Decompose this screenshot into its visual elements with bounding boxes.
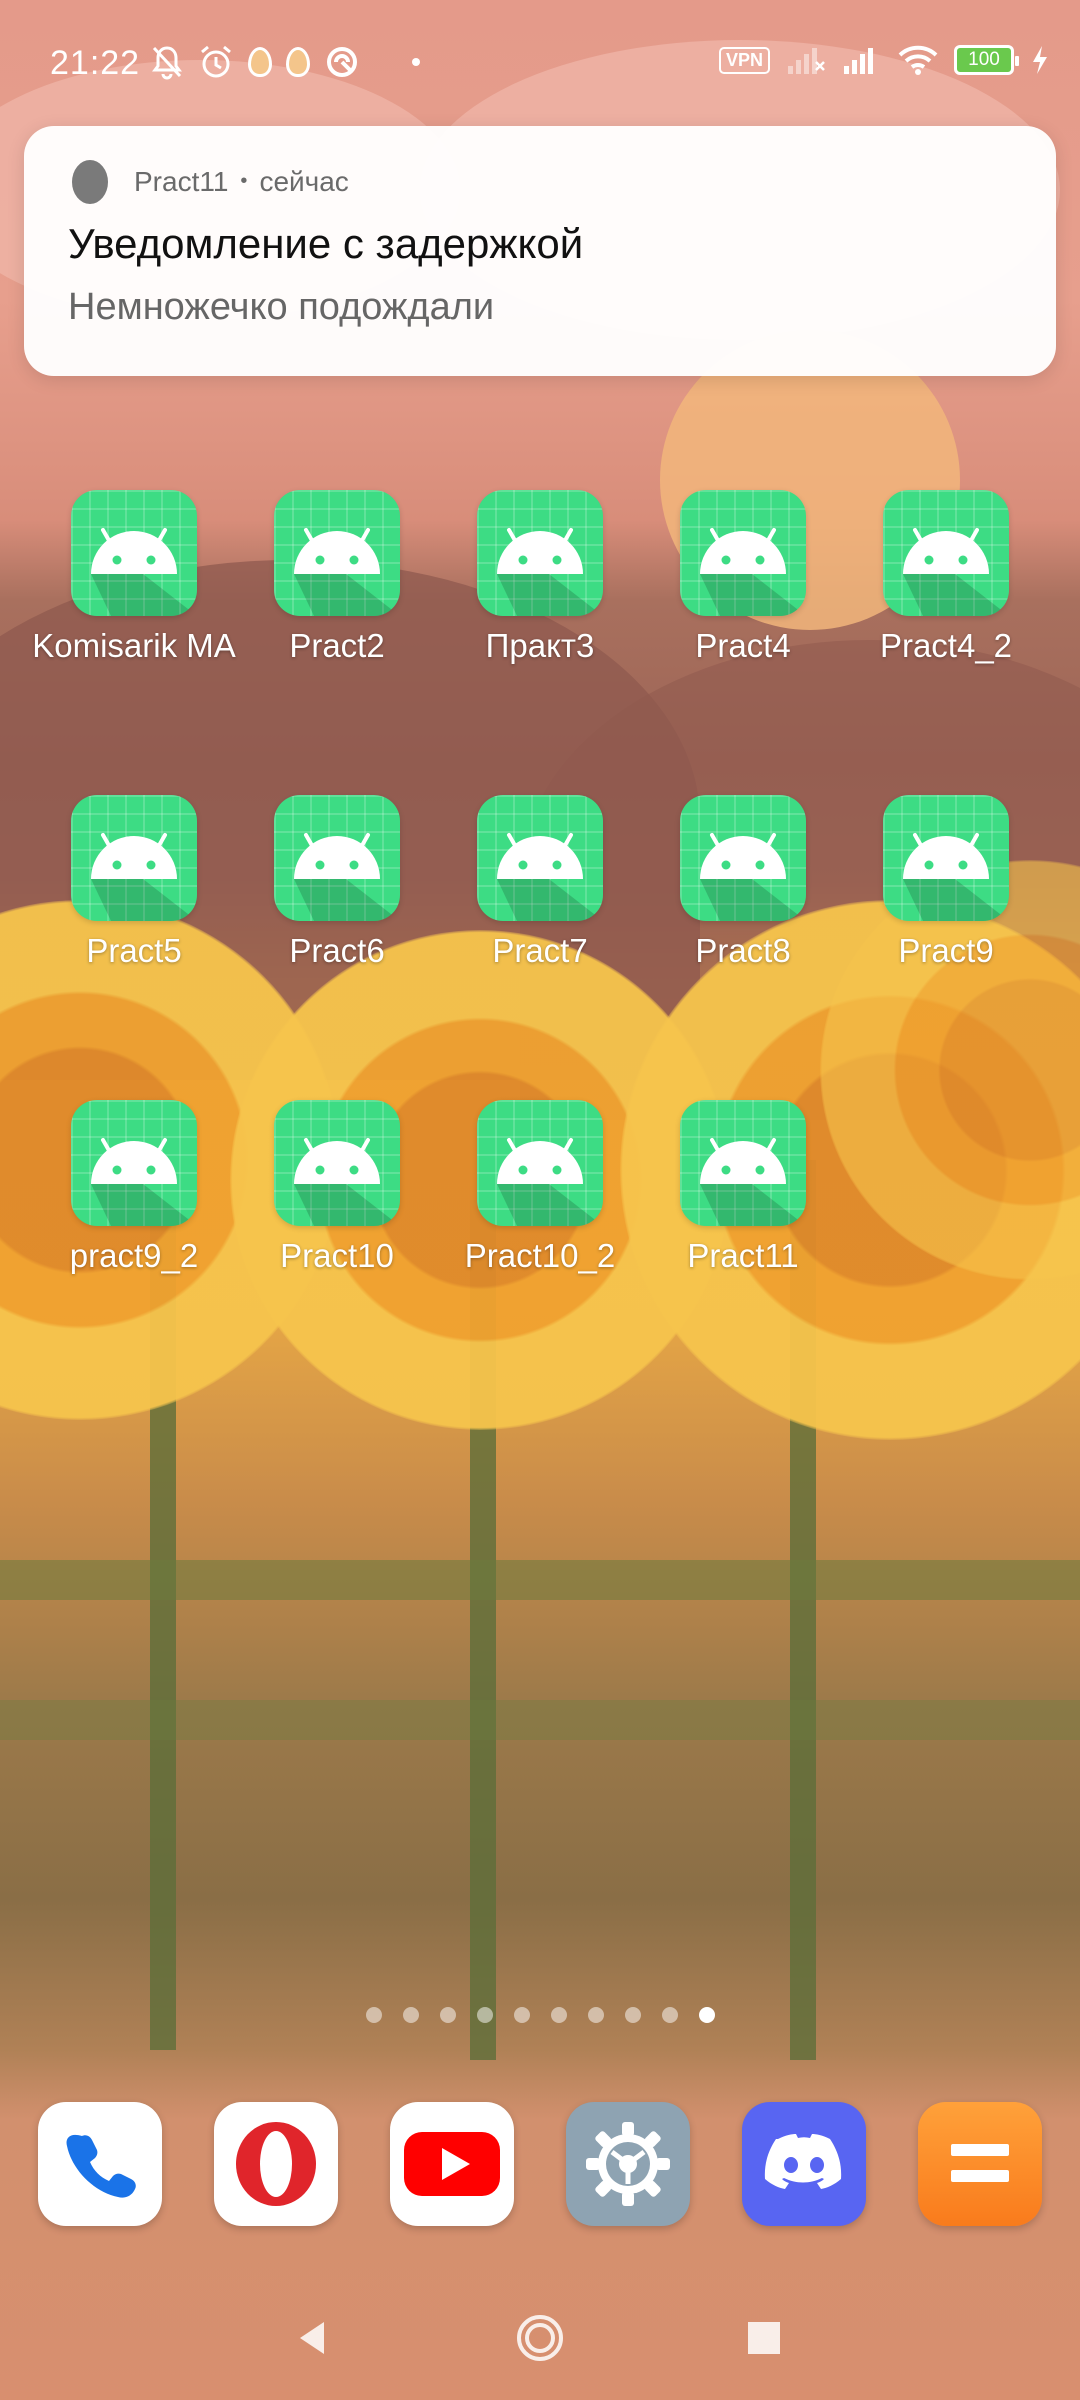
wifi-icon <box>898 44 938 76</box>
app-label: Komisarik MA <box>32 627 236 664</box>
android-icon <box>477 490 603 616</box>
status-time: 21:22 <box>50 44 141 82</box>
app-shortcut[interactable]: Pract4 <box>643 490 843 668</box>
page-dot[interactable] <box>439 2007 456 2023</box>
page-dot[interactable] <box>476 2007 493 2023</box>
home-button[interactable] <box>512 2310 568 2366</box>
gear-icon <box>582 2118 674 2210</box>
page-dot[interactable] <box>550 2007 567 2023</box>
egg-icon <box>248 47 272 77</box>
android-icon <box>680 1100 806 1226</box>
app-label: Pract5 <box>86 932 182 969</box>
discord-app[interactable] <box>742 2102 866 2226</box>
battery-icon: 100 <box>954 45 1019 75</box>
app-label: pract9_2 <box>69 1237 199 1274</box>
app-shortcut[interactable]: Pract10 <box>237 1100 437 1278</box>
app-label: Pract8 <box>695 932 791 969</box>
android-icon <box>477 795 603 921</box>
page-dot[interactable] <box>402 2007 419 2023</box>
android-icon <box>274 795 400 921</box>
android-icon <box>477 1100 603 1226</box>
app-shortcut[interactable]: Pract2 <box>237 490 437 668</box>
orange-app[interactable] <box>918 2102 1042 2226</box>
android-icon <box>71 1100 197 1226</box>
phone-app[interactable] <box>38 2102 162 2226</box>
back-icon <box>292 2318 332 2358</box>
app-label: Pract7 <box>492 932 588 969</box>
alarm-icon <box>198 44 234 80</box>
status-left-icons <box>150 42 420 82</box>
page-dot[interactable] <box>365 2007 382 2023</box>
menu-lines-icon <box>945 2134 1015 2194</box>
signal-icon <box>842 44 882 76</box>
navigation-bar <box>0 2300 1080 2370</box>
app-shortcut[interactable]: Pract10_2 <box>440 1100 640 1278</box>
app-shortcut[interactable]: Pract7 <box>440 795 640 973</box>
android-icon <box>274 1100 400 1226</box>
vpn-icon: VPN <box>718 46 770 74</box>
discord-icon <box>760 2129 848 2199</box>
page-dot-active[interactable] <box>698 2007 715 2023</box>
vpn-shield-icon <box>324 44 360 80</box>
opera-icon <box>228 2116 324 2212</box>
notification-body: Немножечко подождали <box>68 286 495 328</box>
app-shortcut[interactable]: Pract9 <box>846 795 1046 973</box>
status-right-icons: VPN 100 <box>718 44 1050 76</box>
app-shortcut[interactable]: Практ3 <box>440 490 640 668</box>
page-dot[interactable] <box>587 2007 604 2023</box>
android-icon <box>680 490 806 616</box>
status-bar: 21:22 VPN 100 <box>0 0 1080 130</box>
app-shortcut[interactable]: pract9_2 <box>34 1100 234 1278</box>
app-label: Практ3 <box>485 627 595 664</box>
notification-separator: • <box>240 170 248 192</box>
android-icon <box>274 490 400 616</box>
charging-icon <box>1030 44 1050 76</box>
app-label: Pract4 <box>695 627 791 664</box>
signal-off-icon <box>786 44 826 76</box>
app-label: Pract10_2 <box>464 1237 616 1274</box>
app-label: Pract9 <box>898 932 994 969</box>
page-dot[interactable] <box>624 2007 641 2023</box>
notification-header: Pract11 • сейчас <box>134 166 349 198</box>
app-shortcut[interactable]: Pract4_2 <box>846 490 1046 668</box>
app-label: Pract2 <box>289 627 385 664</box>
egg-icon <box>286 47 310 77</box>
app-label: Pract6 <box>289 932 385 969</box>
android-icon <box>71 490 197 616</box>
app-label: Pract4_2 <box>879 627 1013 664</box>
android-icon <box>883 490 1009 616</box>
bell-off-icon <box>150 44 184 80</box>
page-dot[interactable] <box>661 2007 678 2023</box>
opera-app[interactable] <box>214 2102 338 2226</box>
recents-icon <box>744 2318 784 2358</box>
youtube-icon <box>402 2128 502 2200</box>
dock <box>0 2102 1080 2228</box>
page-indicator <box>0 2007 1080 2023</box>
youtube-app[interactable] <box>390 2102 514 2226</box>
android-icon <box>71 795 197 921</box>
app-shortcut[interactable]: Pract5 <box>34 795 234 973</box>
recents-button[interactable] <box>736 2310 792 2366</box>
settings-app[interactable] <box>566 2102 690 2226</box>
app-egg-icon <box>72 160 108 204</box>
notification-card[interactable]: Pract11 • сейчас Уведомление с задержкой… <box>24 126 1056 376</box>
phone-icon <box>60 2124 140 2204</box>
notification-time: сейчас <box>259 166 349 197</box>
app-label: Pract11 <box>687 1237 799 1274</box>
android-icon <box>680 795 806 921</box>
dot-icon <box>412 58 420 66</box>
android-icon <box>883 795 1009 921</box>
notification-title: Уведомление с задержкой <box>68 220 584 267</box>
home-icon <box>514 2312 566 2364</box>
app-label: Pract10 <box>280 1237 394 1274</box>
back-button[interactable] <box>284 2310 340 2366</box>
app-shortcut[interactable]: Pract8 <box>643 795 843 973</box>
page-dot[interactable] <box>513 2007 530 2023</box>
app-shortcut[interactable]: Pract6 <box>237 795 437 973</box>
notification-app-name: Pract11 <box>134 166 229 197</box>
app-shortcut[interactable]: Komisarik MA <box>32 490 236 668</box>
app-shortcut[interactable]: Pract11 <box>643 1100 843 1278</box>
